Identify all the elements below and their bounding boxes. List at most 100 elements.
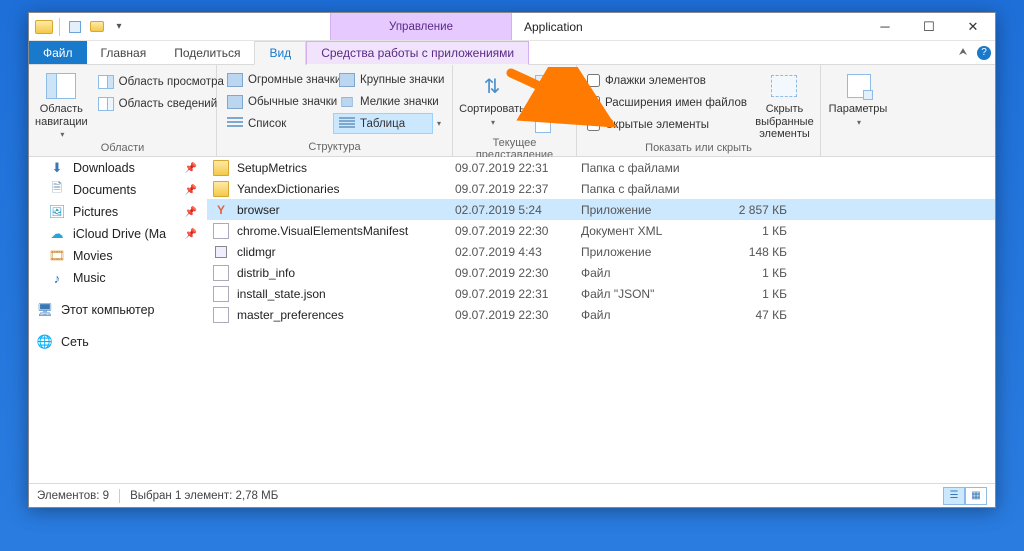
file-size: 148 КБ xyxy=(713,245,787,259)
add-columns-button[interactable]: ▾ xyxy=(529,93,568,114)
layout-list[interactable]: Список xyxy=(221,113,331,134)
file-name: chrome.VisualElementsManifest xyxy=(237,224,455,238)
hide-selected-button[interactable]: Скрыть выбранные элементы xyxy=(755,69,814,141)
help-button[interactable]: ? xyxy=(973,41,995,64)
file-icon xyxy=(213,286,229,302)
file-row[interactable]: SetupMetrics09.07.2019 22:31Папка с файл… xyxy=(207,157,995,178)
file-date: 09.07.2019 22:31 xyxy=(455,287,581,301)
file-type: Папка с файлами xyxy=(581,161,713,175)
titlebar: ▾ Управление Application ─ ☐ ✕ xyxy=(29,13,995,41)
file-row[interactable]: YandexDictionaries09.07.2019 22:37Папка … xyxy=(207,178,995,199)
navigation-pane[interactable]: ⬇Downloads📌 🗎Documents📌 🖼Pictures📌 ☁iClo… xyxy=(29,157,207,483)
icloud-icon: ☁ xyxy=(49,226,65,242)
layout-small-icons[interactable]: Мелкие значки xyxy=(333,91,441,112)
context-tab-header: Управление xyxy=(330,13,512,40)
view-details-button[interactable]: ☰ xyxy=(943,487,965,505)
app-icon xyxy=(213,244,229,260)
file-name: install_state.json xyxy=(237,287,455,301)
layout-xl-icons[interactable]: Огромные значки xyxy=(221,69,331,90)
ribbon-group-layout: Огромные значки Крупные значки Обычные з… xyxy=(217,65,453,156)
pin-icon: 📌 xyxy=(185,163,197,174)
details-icon xyxy=(339,117,355,131)
qat-customize-button[interactable]: ▾ xyxy=(110,18,128,36)
ribbon-group-label: Структура xyxy=(217,140,452,156)
details-pane-icon xyxy=(98,97,114,111)
computer-icon: 🖥 xyxy=(37,302,53,318)
medium-icons-icon xyxy=(227,95,243,109)
minimize-button[interactable]: ─ xyxy=(863,13,907,41)
tab-share[interactable]: Поделиться xyxy=(160,41,254,64)
file-type: Приложение xyxy=(581,203,713,217)
tab-app-tools[interactable]: Средства работы с приложениями xyxy=(306,41,529,65)
sort-icon: ⇅ xyxy=(476,71,508,101)
file-size: 1 КБ xyxy=(713,266,787,280)
file-extensions-checkbox[interactable]: Расширения имен файлов xyxy=(583,92,751,113)
minimize-ribbon-button[interactable]: ⮝ xyxy=(953,41,973,64)
nav-music[interactable]: ♪Music xyxy=(29,267,207,289)
pin-icon: 📌 xyxy=(185,229,197,240)
file-row[interactable]: master_preferences09.07.2019 22:30Файл47… xyxy=(207,304,995,325)
close-button[interactable]: ✕ xyxy=(951,13,995,41)
file-name: browser xyxy=(237,203,455,217)
size-columns-button[interactable] xyxy=(529,115,568,136)
ribbon-group-panes: Область навигации ▾ Область просмотра Об… xyxy=(29,65,217,156)
file-row[interactable]: install_state.json09.07.2019 22:31Файл "… xyxy=(207,283,995,304)
pin-icon: 📌 xyxy=(185,207,197,218)
file-icon xyxy=(213,307,229,323)
details-pane-button[interactable]: Область сведений xyxy=(92,93,230,114)
file-name: YandexDictionaries xyxy=(237,182,455,196)
file-date: 09.07.2019 22:30 xyxy=(455,308,581,322)
nav-downloads[interactable]: ⬇Downloads📌 xyxy=(29,157,207,179)
layout-medium-icons[interactable]: Обычные значки xyxy=(221,91,331,112)
content-area: ⬇Downloads📌 🗎Documents📌 🖼Pictures📌 ☁iClo… xyxy=(29,157,995,483)
file-row[interactable]: chrome.VisualElementsManifest09.07.2019 … xyxy=(207,220,995,241)
sort-button[interactable]: ⇅ Сортировать ▾ xyxy=(459,69,525,128)
network-icon: 🌐 xyxy=(37,334,53,350)
quick-access-toolbar: ▾ xyxy=(29,18,134,36)
file-size: 1 КБ xyxy=(713,224,787,238)
group-icon xyxy=(535,75,551,89)
folder-icon xyxy=(213,160,229,176)
view-thumbnails-button[interactable]: ▦ xyxy=(965,487,987,505)
nav-movies[interactable]: 🎞Movies xyxy=(29,245,207,267)
nav-pane-icon xyxy=(45,71,77,101)
file-name: clidmgr xyxy=(237,245,455,259)
status-selection: Выбран 1 элемент: 2,78 МБ xyxy=(130,490,278,502)
separator xyxy=(119,489,120,503)
autosize-icon xyxy=(535,119,551,133)
options-button[interactable]: Параметры ▾ xyxy=(827,69,891,128)
nav-pictures[interactable]: 🖼Pictures📌 xyxy=(29,201,207,223)
layout-large-icons[interactable]: Крупные значки xyxy=(333,69,441,90)
file-date: 09.07.2019 22:30 xyxy=(455,224,581,238)
options-icon xyxy=(843,71,875,101)
nav-network[interactable]: 🌐Сеть xyxy=(29,331,207,353)
hidden-items-checkbox[interactable]: Скрытые элементы xyxy=(583,114,751,135)
file-size: 2 857 КБ xyxy=(713,203,787,217)
navigation-pane-button[interactable]: Область навигации ▾ xyxy=(35,69,88,141)
item-checkboxes-checkbox[interactable]: Флажки элементов xyxy=(583,70,751,91)
separator xyxy=(59,18,60,36)
nav-icloud[interactable]: ☁iCloud Drive (Ma📌 xyxy=(29,223,207,245)
xl-icons-icon xyxy=(227,73,243,87)
tab-file[interactable]: Файл xyxy=(29,41,87,64)
nav-documents[interactable]: 🗎Documents📌 xyxy=(29,179,207,201)
ribbon: Область навигации ▾ Область просмотра Об… xyxy=(29,65,995,157)
file-row[interactable]: distrib_info09.07.2019 22:30Файл1 КБ xyxy=(207,262,995,283)
qat-new-folder-button[interactable] xyxy=(88,18,106,36)
qat-properties-button[interactable] xyxy=(66,18,84,36)
group-by-button[interactable]: ▾ xyxy=(529,71,568,92)
ribbon-tabs: Файл Главная Поделиться Вид Средства раб… xyxy=(29,41,995,65)
ribbon-group-label xyxy=(821,140,995,156)
tab-view[interactable]: Вид xyxy=(254,41,306,65)
layout-details[interactable]: Таблица xyxy=(333,113,433,134)
file-row[interactable]: Ybrowser02.07.2019 5:24Приложение2 857 К… xyxy=(207,199,995,220)
file-size: 47 КБ xyxy=(713,308,787,322)
tab-home[interactable]: Главная xyxy=(87,41,161,64)
preview-pane-button[interactable]: Область просмотра xyxy=(92,71,230,92)
file-list[interactable]: SetupMetrics09.07.2019 22:31Папка с файл… xyxy=(207,157,995,483)
maximize-button[interactable]: ☐ xyxy=(907,13,951,41)
nav-this-pc[interactable]: 🖥Этот компьютер xyxy=(29,299,207,321)
small-icons-icon xyxy=(341,97,352,107)
file-row[interactable]: clidmgr02.07.2019 4:43Приложение148 КБ xyxy=(207,241,995,262)
explorer-window: ▾ Управление Application ─ ☐ ✕ Файл Глав… xyxy=(28,12,996,508)
